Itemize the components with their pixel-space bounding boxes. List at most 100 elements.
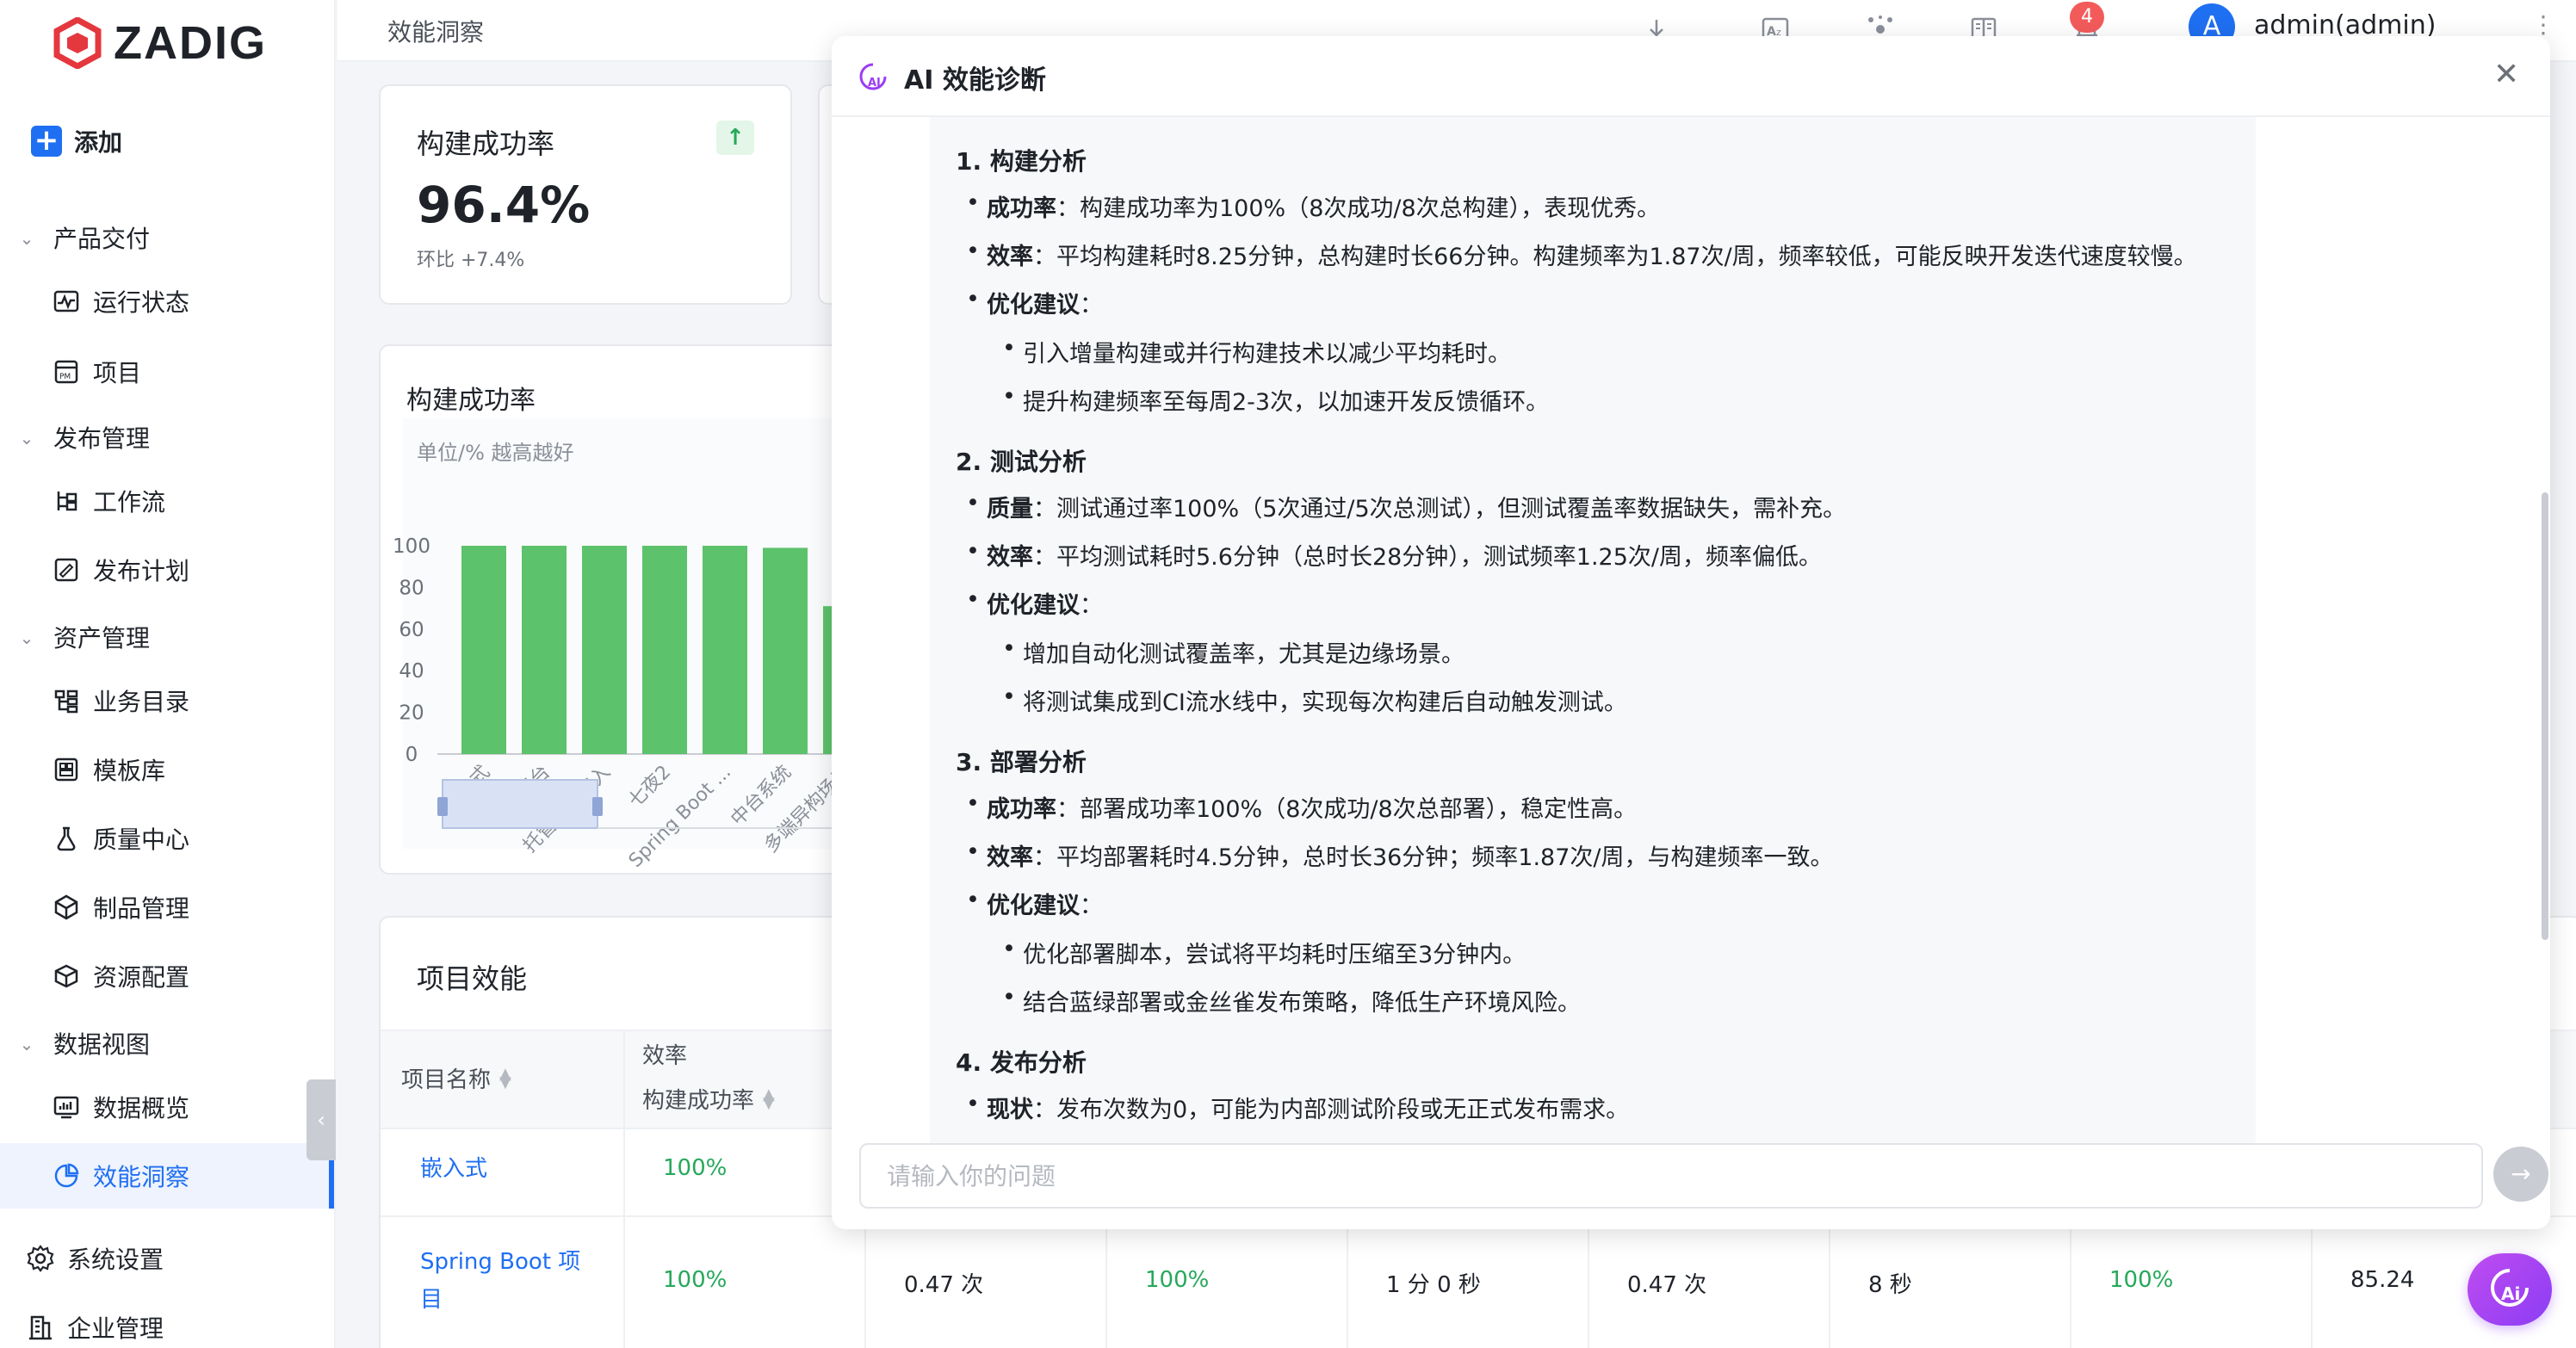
th-group-efficiency: 效率 (642, 1043, 688, 1069)
chart-card-build-success: 构建成功率 单位/% 越高越好 020406080100嵌入式电商平台托管方式接… (379, 344, 895, 875)
sidebar-item-insight[interactable]: 效能洞察 (0, 1143, 334, 1209)
ai-section-title: 1. 构建分析 (956, 147, 1087, 176)
y-tick-label: 20 (399, 702, 424, 725)
project-link-spring-boot[interactable]: Spring Boot 项目 (420, 1243, 592, 1319)
chart-zoom-handle[interactable] (437, 797, 448, 816)
add-button[interactable]: + 添加 (31, 124, 122, 158)
ai-bullet-key: 效率 (987, 544, 1033, 571)
ai-bullet-value: ：平均测试耗时5.6分钟（总时长28分钟），测试频率1.25次/周，频率偏低。 (1033, 544, 1823, 571)
ai-sub-bullet: 引入增量构建或并行构建技术以减少平均耗时。 (1002, 335, 1511, 368)
nav-group-label: 数据视图 (53, 1030, 151, 1059)
breadcrumb: 效能洞察 (387, 18, 485, 46)
chart-zoom-slider[interactable] (442, 779, 598, 829)
bar[interactable] (582, 546, 627, 754)
sort-icon: ▲ ▼ (763, 1085, 775, 1112)
chevron-down-icon: ⌄ (19, 428, 34, 448)
bar-chart: 020406080100嵌入式电商平台托管方式接入七夜2Spring Boot … (393, 535, 894, 872)
plus-icon: + (31, 126, 62, 157)
y-tick-label: 40 (399, 660, 424, 683)
ai-bullet: 成功率：构建成功率为100%（8次成功/8次总构建），表现优秀。 (966, 189, 1660, 223)
send-button[interactable]: → (2493, 1147, 2548, 1202)
more-vertical-icon[interactable]: ⋮ (2531, 10, 2555, 39)
sidebar-item-label: 数据概览 (93, 1094, 190, 1122)
sidebar: ZADIG + 添加 ⌄ 产品交付 运行状态 PM 项目 ⌄ 发布管理 工作流 … (0, 0, 336, 1348)
bar[interactable] (763, 547, 808, 754)
sidebar-item-label: 发布计划 (93, 557, 190, 585)
sidebar-item-workflow[interactable]: 工作流 (0, 468, 334, 534)
ai-bullet: 现状：发布次数为0，可能为内部测试阶段或无正式发布需求。 (966, 1091, 1630, 1124)
project-link-embedded[interactable]: 嵌入式 (420, 1150, 487, 1188)
ai-dialog-title: AI 效能诊断 (904, 65, 1046, 96)
ai-section-title: 4. 发布分析 (956, 1048, 1087, 1077)
bar[interactable] (461, 546, 506, 754)
sidebar-item-runtime-status[interactable]: 运行状态 (0, 269, 334, 334)
sidebar-item-projects[interactable]: PM 项目 (0, 339, 334, 405)
ai-bullet: 优化建议： (966, 286, 1103, 319)
gear-icon (26, 1244, 55, 1273)
x-tick-label: Spring Boot ... (625, 762, 735, 872)
svg-text:PM: PM (59, 373, 71, 381)
ai-response-body[interactable]: 1. 构建分析成功率：构建成功率为100%（8次成功/8次总构建），表现优秀。效… (930, 117, 2256, 1157)
bar[interactable] (522, 546, 567, 754)
ai-bullet: 成功率：部署成功率100%（8次成功/8次总部署），稳定性高。 (966, 790, 1637, 824)
svg-text:Ai: Ai (2501, 1283, 2520, 1304)
pulse-icon (52, 287, 81, 316)
ai-bullet-value: ：发布次数为0，可能为内部测试阶段或无正式发布需求。 (1033, 1097, 1630, 1123)
add-label: 添加 (74, 128, 123, 157)
th-build-rate[interactable]: 构建成功率 ▲ ▼ (642, 1083, 775, 1115)
ai-bullet-value: ：平均构建耗时8.25分钟，总构建时长66分钟。构建频率为1.87次/周，频率较… (1033, 244, 2197, 270)
chevron-left-icon: ‹ (317, 1108, 325, 1132)
enterprise-icon (26, 1313, 55, 1342)
ai-bullet-value: ：平均部署耗时4.5分钟，总时长36分钟；频率1.87次/周，与构建频率一致。 (1033, 844, 1834, 871)
ai-question-input[interactable] (863, 1147, 2480, 1205)
table-title: 项目效能 (417, 962, 528, 995)
ai-bullet-key: 优化建议 (987, 292, 1080, 318)
ai-assistant-button[interactable]: Ai (2468, 1253, 2552, 1326)
close-icon[interactable]: ✕ (2493, 57, 2519, 92)
nav-group-release[interactable]: ⌄ 发布管理 (17, 420, 150, 454)
sidebar-item-templates[interactable]: 模板库 (0, 737, 334, 802)
kpi-compare: 环比 +7.4% (417, 250, 525, 271)
zadig-logo[interactable]: ZADIG (52, 15, 267, 71)
ai-bullet: 效率：平均测试耗时5.6分钟（总时长28分钟），测试频率1.25次/周，频率偏低… (966, 538, 1823, 572)
th-project-name[interactable]: 项目名称 ▲ ▼ (401, 1062, 511, 1094)
y-tick-label: 60 (399, 619, 424, 641)
sidebar-item-resources[interactable]: 资源配置 (0, 943, 334, 1009)
cell-metric: 85.24 (2350, 1267, 2415, 1293)
ai-bullet-key: 质量 (987, 496, 1033, 523)
bar[interactable] (703, 546, 747, 754)
sidebar-item-enterprise[interactable]: 企业管理 (0, 1295, 334, 1348)
kpi-card-build-success: 构建成功率 ↑ 96.4% 环比 +7.4% (379, 84, 792, 305)
ai-bullet-value: ：测试通过率100%（5次通过/5次总测试），但测试覆盖率数据缺失，需补充。 (1033, 496, 1847, 523)
sidebar-item-catalog[interactable]: 业务目录 (0, 668, 334, 733)
sidebar-collapse-handle[interactable]: ‹ (307, 1079, 336, 1160)
sidebar-item-release-plan[interactable]: 发布计划 (0, 537, 334, 603)
sidebar-item-system-settings[interactable]: 系统设置 (0, 1226, 334, 1291)
x-tick-label: 七夜2 (625, 762, 676, 813)
sidebar-item-data-overview[interactable]: 数据概览 (0, 1074, 334, 1140)
th-label: 构建成功率 (642, 1088, 755, 1114)
sidebar-item-label: 质量中心 (93, 825, 190, 854)
svg-text:AI: AI (868, 77, 881, 90)
ai-bullet-key: 效率 (987, 844, 1033, 871)
nav-group-data-view[interactable]: ⌄ 数据视图 (17, 1026, 150, 1060)
ai-dialog-header: AI AI 效能诊断 ✕ (832, 36, 2550, 117)
ai-bullet-value: ： (1080, 592, 1103, 619)
bar[interactable] (642, 546, 687, 754)
ai-fab-icon: Ai (2491, 1269, 2529, 1307)
ai-bullet: 优化建议： (966, 586, 1103, 620)
ai-sub-bullet: 将测试集成到CI流水线中，实现每次构建后自动触发测试。 (1002, 683, 1627, 717)
sidebar-item-label: 系统设置 (67, 1246, 164, 1274)
nav-group-assets[interactable]: ⌄ 资产管理 (17, 620, 150, 654)
ai-scrollbar[interactable] (2542, 492, 2548, 940)
ai-logo-icon: AI (859, 63, 887, 90)
notification-badge: 4 (2070, 2, 2104, 33)
ai-bullet-key: 效率 (987, 244, 1033, 270)
ai-bullet-value: ： (1080, 292, 1103, 318)
chart-zoom-handle[interactable] (592, 797, 603, 816)
sidebar-item-label: 效能洞察 (93, 1163, 190, 1191)
ai-bullet: 优化建议： (966, 887, 1103, 920)
sidebar-item-artifacts[interactable]: 制品管理 (0, 875, 334, 940)
sidebar-item-quality[interactable]: 质量中心 (0, 806, 334, 871)
nav-group-delivery[interactable]: ⌄ 产品交付 (17, 220, 150, 255)
